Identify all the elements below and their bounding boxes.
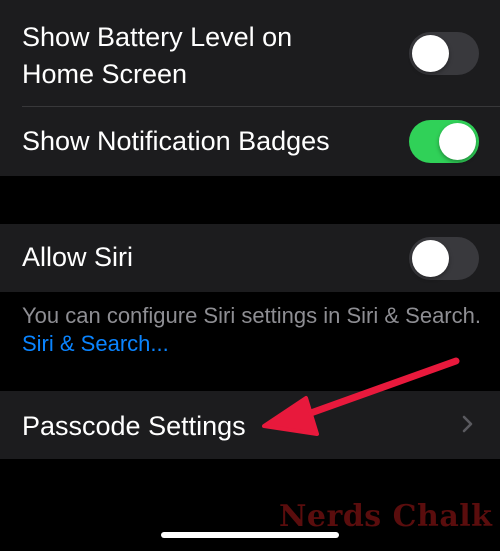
battery-level-label: Show Battery Level on Home Screen (22, 19, 292, 93)
settings-group-display: Show Battery Level on Home Screen Show N… (0, 0, 500, 176)
battery-level-toggle[interactable] (409, 32, 479, 75)
notification-badges-row[interactable]: Show Notification Badges (0, 107, 500, 176)
toggle-knob (412, 240, 449, 277)
watermark-logo: Nerds Chalk (279, 499, 493, 534)
allow-siri-row[interactable]: Allow Siri (0, 224, 500, 292)
passcode-settings-label: Passcode Settings (22, 411, 246, 441)
battery-level-row[interactable]: Show Battery Level on Home Screen (0, 0, 500, 106)
allow-siri-label: Allow Siri (22, 242, 134, 272)
siri-footnote-text: You can configure Siri settings in Siri … (22, 303, 481, 328)
siri-footnote: You can configure Siri settings in Siri … (22, 302, 482, 358)
home-indicator[interactable] (161, 532, 339, 538)
battery-level-label-line2: Home Screen (22, 59, 188, 89)
chevron-right-icon (462, 415, 473, 433)
settings-group-passcode: Passcode Settings (0, 391, 500, 459)
notification-badges-toggle[interactable] (409, 120, 479, 163)
siri-search-link[interactable]: Siri & Search... (22, 331, 169, 356)
allow-siri-toggle[interactable] (409, 237, 479, 280)
toggle-knob (439, 123, 476, 160)
battery-level-label-line1: Show Battery Level on (22, 22, 293, 52)
passcode-settings-row[interactable]: Passcode Settings (0, 391, 500, 459)
toggle-knob (412, 35, 449, 72)
notification-badges-label: Show Notification Badges (22, 126, 330, 156)
settings-group-siri: Allow Siri (0, 224, 500, 292)
